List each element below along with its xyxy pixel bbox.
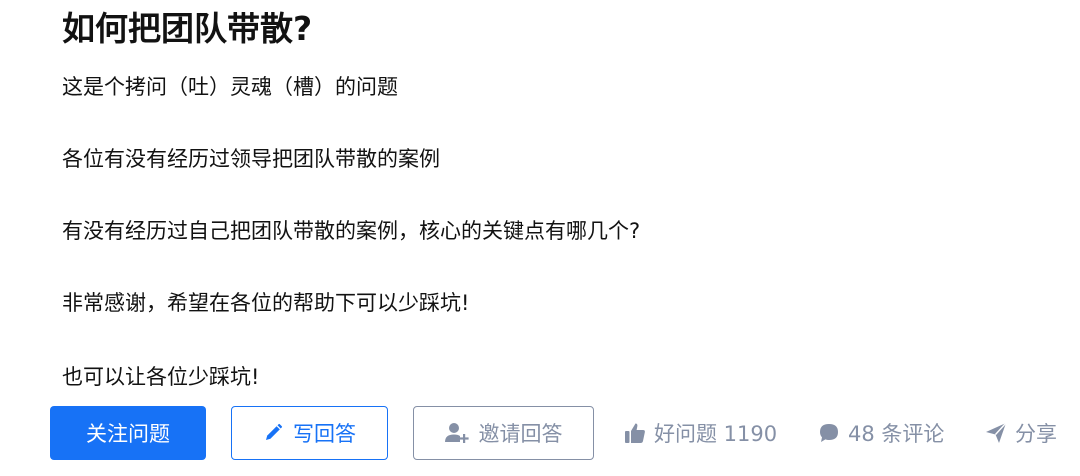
question-paragraph: 这是个拷问（吐）灵魂（槽）的问题 xyxy=(62,75,398,99)
good-question-label: 好问题 1190 xyxy=(654,422,778,446)
thumbs-up-icon xyxy=(624,422,646,444)
question-title: 如何把团队带散? xyxy=(62,9,313,48)
comments-label: 48 条评论 xyxy=(848,422,945,446)
question-paragraph: 也可以让各位少踩坑! xyxy=(62,365,260,389)
comments-button[interactable]: 48 条评论 xyxy=(818,416,944,450)
invite-answer-label: 邀请回答 xyxy=(478,422,563,446)
good-question-button[interactable]: 好问题 1190 xyxy=(624,416,777,450)
share-button[interactable]: 分享 xyxy=(985,416,1057,450)
invite-user-icon xyxy=(444,422,469,444)
write-answer-label: 写回答 xyxy=(293,422,356,446)
question-paragraph: 各位有没有经历过领导把团队带散的案例 xyxy=(62,147,440,171)
paper-plane-icon xyxy=(985,422,1007,444)
invite-answer-button[interactable]: 邀请回答 xyxy=(413,406,594,460)
write-answer-button[interactable]: 写回答 xyxy=(231,406,388,460)
question-paragraph: 有没有经历过自己把团队带散的案例，核心的关键点有哪几个? xyxy=(62,219,641,243)
follow-question-label: 关注问题 xyxy=(86,422,170,446)
follow-question-button[interactable]: 关注问题 xyxy=(50,406,206,460)
comment-bubble-icon xyxy=(818,422,840,444)
question-paragraph: 非常感谢，希望在各位的帮助下可以少踩坑! xyxy=(62,291,470,315)
pencil-icon xyxy=(263,423,283,443)
share-label: 分享 xyxy=(1015,422,1057,446)
